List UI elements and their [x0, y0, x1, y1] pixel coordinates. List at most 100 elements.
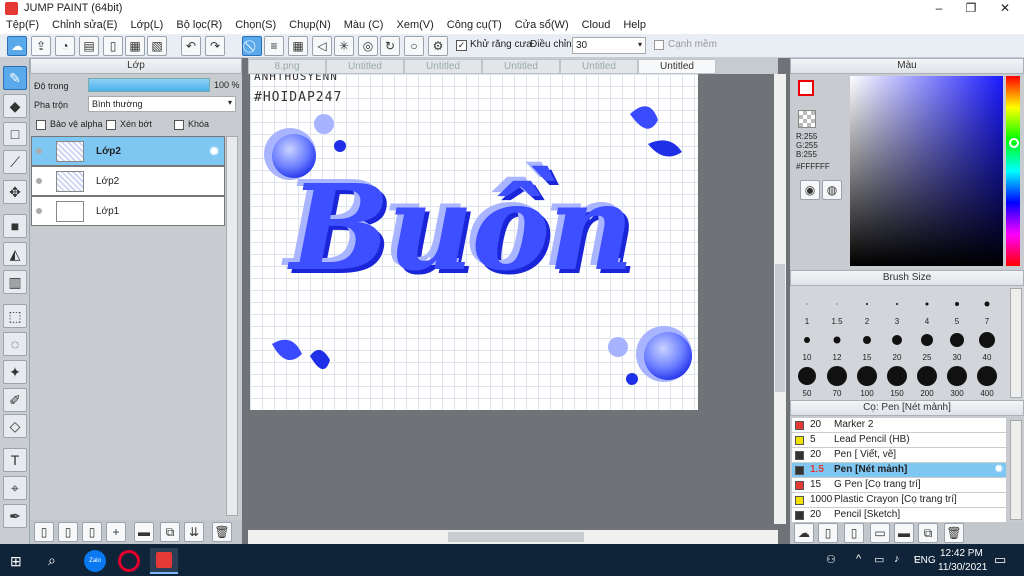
select-eraser-tool-icon[interactable]: ◇ — [3, 414, 27, 438]
brush-size-cell[interactable]: 7 — [972, 290, 1002, 326]
merge-layer-icon[interactable]: ⇊ — [184, 522, 204, 542]
brush-size-cell[interactable]: 1.5 — [822, 290, 852, 326]
antialias-checkbox[interactable]: ✓ — [456, 40, 467, 51]
windows-start-icon[interactable]: ⊞ — [10, 553, 22, 570]
brush-size-cell[interactable]: 50 — [792, 362, 822, 398]
snap-circle-icon[interactable]: ◎ — [358, 36, 378, 56]
jump-paint-taskbar-icon[interactable] — [150, 548, 178, 574]
brush-size-cell[interactable]: 70 — [822, 362, 852, 398]
bucket-tool-icon[interactable]: ◭ — [3, 242, 27, 266]
snap-parallel-icon[interactable]: ≡ — [264, 36, 284, 56]
fill-rect-tool-icon[interactable]: ■ — [3, 214, 27, 238]
brush-size-cell[interactable]: 3 — [882, 290, 912, 326]
zalo-icon[interactable]: Zalo — [84, 550, 106, 572]
snap-radial-icon[interactable]: ✳ — [334, 36, 354, 56]
visibility-icon[interactable] — [36, 178, 42, 184]
visibility-icon[interactable] — [36, 208, 42, 214]
people-icon[interactable]: ⚇ — [826, 553, 836, 566]
brush-size-cell[interactable]: 10 — [792, 326, 822, 362]
layer-scrollbar[interactable] — [226, 136, 238, 516]
clock-date[interactable]: 11/30/2021 — [938, 562, 987, 573]
folder-icon[interactable]: ▬ — [134, 522, 154, 542]
tab-untitled[interactable]: Untitled — [482, 59, 560, 74]
brush-list-item[interactable]: 15 G Pen [Cọ trang trí] — [792, 478, 1006, 493]
menu-file[interactable]: Tệp(F) — [0, 17, 46, 34]
menu-window[interactable]: Cửa sổ(W) — [509, 17, 576, 34]
brush-list-scrollbar[interactable] — [1010, 420, 1022, 520]
brush-list-item[interactable]: 20 Pencil [Sketch] — [792, 508, 1006, 522]
new-halftone-layer-icon[interactable]: ▯ — [82, 522, 102, 542]
menu-help[interactable]: Help — [617, 17, 653, 34]
hue-slider[interactable] — [1006, 76, 1020, 266]
menu-capture[interactable]: Chụp(N) — [283, 17, 338, 34]
undo-icon[interactable]: ↶ — [181, 36, 201, 56]
brush-size-cell[interactable]: 100 — [852, 362, 882, 398]
visibility-icon[interactable] — [36, 148, 42, 154]
palette-icon[interactable]: ◉ — [800, 180, 820, 200]
vertical-scrollbar[interactable] — [774, 74, 786, 524]
brush-size-cell[interactable]: 200 — [912, 362, 942, 398]
add-brush-icon[interactable]: ▯ — [818, 523, 838, 543]
gear-icon[interactable]: ✹ — [208, 143, 220, 160]
hue-handle[interactable] — [1009, 138, 1019, 148]
brush-size-cell[interactable]: 1 — [792, 290, 822, 326]
operation-tool-icon[interactable]: ⌖ — [3, 476, 27, 500]
menu-tools[interactable]: Công cụ(T) — [441, 17, 509, 34]
protect-alpha-checkbox[interactable] — [36, 120, 46, 130]
tab-untitled[interactable]: Untitled — [326, 59, 404, 74]
rect-select-tool-icon[interactable]: ⬚ — [3, 304, 27, 328]
menu-cloud[interactable]: Cloud — [576, 17, 618, 34]
scroll-thumb[interactable] — [448, 532, 584, 542]
magic-wand-tool-icon[interactable]: ✦ — [3, 360, 27, 384]
brush-list-item[interactable]: 1.5 Pen [Nét mảnh] ✹ — [792, 463, 1006, 478]
brush-size-cell[interactable]: 150 — [882, 362, 912, 398]
tab-untitled-active[interactable]: Untitled — [638, 59, 716, 74]
duplicate-brush-icon[interactable]: ⧉ — [918, 523, 938, 543]
search-icon[interactable]: ⌕ — [48, 552, 56, 569]
brush-size-cell[interactable]: 20 — [882, 326, 912, 362]
layer-row[interactable]: Lớp1 — [31, 196, 225, 226]
opacity-slider[interactable] — [88, 78, 210, 92]
brush-list-item[interactable]: 20 Marker 2 — [792, 418, 1006, 433]
horizontal-scrollbar[interactable] — [248, 530, 778, 544]
gear-icon[interactable]: ✹ — [995, 463, 1003, 477]
brush-size-cell[interactable]: 400 — [972, 362, 1002, 398]
brush-size-cell[interactable]: 5 — [942, 290, 972, 326]
snap-off-icon[interactable]: ⃠ — [242, 36, 262, 56]
add-layer-menu-icon[interactable]: + — [106, 522, 126, 542]
lasso-tool-icon[interactable]: ◌ — [3, 332, 27, 356]
gradient-tool-icon[interactable]: ▥ — [3, 270, 27, 294]
grid-settings-icon[interactable]: ▧ — [147, 36, 167, 56]
text-tool-icon[interactable]: T — [3, 448, 27, 472]
pen-tool-icon[interactable]: ✎ — [3, 66, 27, 90]
cloud-brush-icon[interactable]: ☁ — [794, 523, 814, 543]
minimize-button[interactable]: – — [924, 0, 954, 17]
move-tool-icon[interactable]: ✥ — [3, 180, 27, 204]
comment-icon[interactable]: ◔ — [55, 36, 75, 56]
export-icon[interactable]: ⇪ — [31, 36, 51, 56]
cloud-icon[interactable]: ☁ — [7, 36, 27, 56]
page-icon[interactable]: ▦ — [125, 36, 145, 56]
brush-size-cell[interactable]: 2 — [852, 290, 882, 326]
layer-row[interactable]: Lớp2 ✹ — [31, 136, 225, 166]
clip-checkbox[interactable] — [106, 120, 116, 130]
scroll-thumb[interactable] — [775, 264, 785, 392]
line-tool-icon[interactable]: ⟋ — [3, 150, 27, 174]
trash-icon[interactable]: 🗑 — [212, 522, 232, 542]
snap-curve-icon[interactable]: ↻ — [380, 36, 400, 56]
brush-list-item[interactable]: 1000 Plastic Crayon [Cọ trang trí] — [792, 493, 1006, 508]
snap-settings-icon[interactable]: ⚙ — [428, 36, 448, 56]
shape-tool-icon[interactable]: □ — [3, 122, 27, 146]
menu-edit[interactable]: Chỉnh sửa(E) — [46, 17, 124, 34]
duplicate-layer-icon[interactable]: ⧉ — [160, 522, 180, 542]
snap-perspective-icon[interactable]: ◁ — [312, 36, 332, 56]
soft-edge-checkbox[interactable] — [654, 40, 664, 50]
lock-checkbox[interactable] — [174, 120, 184, 130]
brush-size-cell[interactable]: 12 — [822, 326, 852, 362]
brush-size-cell[interactable]: 15 — [852, 326, 882, 362]
snap-grid-icon[interactable]: ▦ — [288, 36, 308, 56]
menu-color[interactable]: Màu (C) — [338, 17, 391, 34]
menu-layer[interactable]: Lớp(L) — [124, 17, 170, 34]
folder-icon[interactable]: ▬ — [894, 523, 914, 543]
redo-icon[interactable]: ↷ — [205, 36, 225, 56]
